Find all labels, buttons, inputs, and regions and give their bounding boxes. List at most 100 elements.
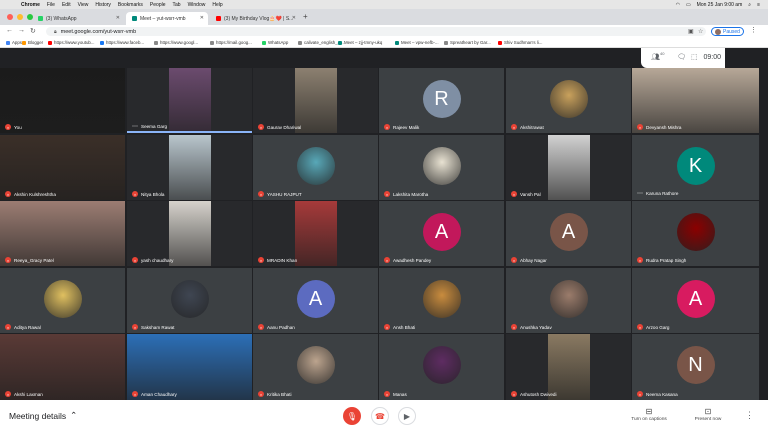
bookmark-item[interactable]: https://www.youtub... — [48, 40, 95, 45]
mic-muted-icon: × — [258, 191, 264, 197]
activities-icon[interactable]: ⬚ — [691, 53, 698, 61]
participant-tile[interactable]: × Aman Chaudhary — [127, 334, 252, 400]
menu-help[interactable]: Help — [212, 2, 222, 8]
participant-tile[interactable]: × Lakshita Marotha — [379, 135, 504, 200]
menu-tab[interactable]: Tab — [173, 2, 181, 8]
participant-tile[interactable]: × Gaurav Dhariwal — [253, 68, 378, 133]
menubar-clock[interactable]: Mon 25 Jan 9:00 am — [697, 2, 743, 8]
bookmark-favicon-icon — [6, 40, 10, 45]
tab-label: (3) WhatsApp — [46, 15, 77, 22]
participant-name: Aanu Padhan — [267, 324, 295, 330]
participant-tile[interactable]: × Anushka Yadav — [506, 268, 631, 333]
bookmark-favicon-icon — [298, 40, 302, 45]
people-icon[interactable]: 👥︎ — [651, 53, 660, 61]
participant-tile[interactable]: × Kritika Bhati — [253, 334, 378, 400]
minimize-window-button[interactable] — [17, 14, 23, 20]
control-center-icon[interactable]: ≡ — [757, 2, 760, 8]
bookmark-item[interactable]: https://www.googl... — [154, 40, 198, 45]
bookmark-item[interactable]: Spreatheart by Gar... — [444, 40, 491, 45]
bookmark-star-icon[interactable]: ☆ — [698, 28, 703, 35]
bookmark-item[interactable]: calivate_english_4... — [298, 40, 344, 45]
participant-tile[interactable]: × Vansh Pal — [506, 135, 631, 200]
bookmark-item[interactable]: Meet – zjj-tmny-ukq — [338, 40, 382, 45]
participant-tile[interactable]: × You — [0, 68, 125, 133]
profile-button[interactable]: Paused — [711, 27, 744, 36]
camera-button[interactable]: ▶︎ — [398, 407, 416, 425]
participant-tile[interactable]: A × Abhay Nagar — [506, 201, 631, 266]
participant-name: Ashutosh Dwivedi — [520, 391, 557, 397]
tab-meet[interactable]: Meet – yut-wsrr-vmb ✕ — [126, 12, 208, 25]
more-options-icon[interactable]: ⋮ — [745, 410, 754, 421]
participant-tile[interactable]: × MRADIN Khan — [253, 201, 378, 266]
participant-tile[interactable]: N × Neema Kasana — [632, 334, 759, 400]
participant-tile[interactable]: A × Aanu Padhan — [253, 268, 378, 333]
menu-people[interactable]: People — [150, 2, 166, 8]
participant-tile[interactable]: R × Rajeev Malik — [379, 68, 504, 133]
bookmark-item[interactable]: Meet – vpw-nefb-... — [395, 40, 439, 45]
browser-menu-icon[interactable]: ⋮ — [750, 26, 757, 34]
menu-bookmarks[interactable]: Bookmarks — [118, 2, 143, 8]
menu-file[interactable]: File — [47, 2, 55, 8]
close-window-button[interactable] — [7, 14, 13, 20]
participant-tile[interactable]: × Manas — [379, 334, 504, 400]
wifi-icon[interactable]: ◠ — [676, 2, 680, 8]
mic-off-button[interactable]: 🎙︎ — [343, 407, 361, 425]
participant-name: Rudra Pratap Singh — [646, 257, 687, 263]
bookmarks-bar: Apps Blogger https://www.youtub... https://… — [0, 38, 768, 48]
participant-tile[interactable]: ⋯ Seema Garg — [127, 68, 252, 133]
meet-favicon-icon — [132, 16, 137, 21]
participant-tile[interactable]: × Nitya Bhola — [127, 135, 252, 200]
close-tab-icon[interactable]: ✕ — [200, 15, 204, 21]
participant-tile[interactable]: × YASHU RAJPUT — [253, 135, 378, 200]
participant-tile[interactable]: A × Arzoo Garg — [632, 268, 759, 333]
search-icon[interactable]: ⌕ — [748, 2, 751, 8]
bookmark-item[interactable]: Apps — [6, 40, 22, 45]
participant-tile[interactable]: × Ashutosh Dwivedi — [506, 334, 631, 400]
chat-icon[interactable]: 🗨︎ — [677, 53, 686, 61]
lock-icon[interactable]: 🔒︎ — [54, 29, 57, 35]
participant-tile[interactable]: × Akshi Laxman — [0, 334, 125, 400]
participant-photo — [296, 346, 335, 384]
camera-indicator-icon[interactable]: ▣ — [688, 28, 694, 35]
mic-muted-icon: × — [5, 324, 11, 330]
bookmark-item[interactable]: https://mail.goog... — [210, 40, 252, 45]
reload-icon[interactable]: ↻ — [30, 27, 36, 35]
forward-arrow-icon[interactable]: → — [18, 27, 25, 34]
participant-tile[interactable]: K ⋯ Karuna Rathore — [632, 135, 759, 200]
close-tab-icon[interactable]: ✕ — [116, 15, 120, 21]
bookmark-item[interactable]: Shiv Sudhman's li... — [498, 40, 542, 45]
participant-tile[interactable]: A × Awadhesh Pandey — [379, 201, 504, 266]
participant-tile[interactable]: × Akshitrawat — [506, 68, 631, 133]
back-arrow-icon[interactable]: ← — [6, 27, 13, 34]
participant-tile[interactable]: × Ansh Bhati — [379, 268, 504, 333]
bookmark-item[interactable]: WhatsApp — [262, 40, 288, 45]
bookmark-item[interactable]: Blogger — [22, 40, 43, 45]
participant-tile[interactable]: × Akshin Kulshreshtha — [0, 135, 125, 200]
participant-tile[interactable]: × Reeya_Gracy Patel — [0, 201, 125, 266]
participant-name: Gaurav Dhariwal — [267, 124, 302, 130]
new-tab-button[interactable]: + — [303, 12, 308, 21]
bookmark-item[interactable]: https://www.faceb... — [100, 40, 144, 45]
menu-history[interactable]: History — [95, 2, 111, 8]
menu-view[interactable]: View — [78, 2, 89, 8]
present-now-button[interactable]: ⊡ Present now — [688, 407, 728, 422]
mic-muted-icon: × — [384, 391, 390, 397]
meeting-details-button[interactable]: Meeting details ⌃ — [9, 410, 77, 421]
battery-icon[interactable]: ▭ — [686, 2, 691, 8]
captions-button[interactable]: ⊟ Turn on captions — [629, 407, 669, 422]
bookmark-favicon-icon — [338, 40, 342, 45]
tab-youtube[interactable]: (3) My Birthday Vlog🎂❤️ | S... ✕ — [210, 12, 300, 25]
participant-tile[interactable]: × yash chaudhary — [127, 201, 252, 266]
menu-edit[interactable]: Edit — [62, 2, 71, 8]
address-bar[interactable]: 🔒︎ meet.google.com/yut-wsrr-vmb — [46, 27, 706, 36]
participant-tile[interactable]: × Rudra Pratap Singh — [632, 201, 759, 266]
tab-whatsapp[interactable]: (3) WhatsApp ✕ — [32, 12, 124, 25]
participant-tile[interactable]: × Saksham Rawat — [127, 268, 252, 333]
leave-call-button[interactable]: ☎︎ — [371, 407, 389, 425]
participant-name-tag: × Manas — [384, 391, 407, 397]
menu-window[interactable]: Window — [188, 2, 206, 8]
participant-tile[interactable]: × Aditya Rawal — [0, 268, 125, 333]
menu-chrome[interactable]: Chrome — [21, 2, 40, 8]
participant-tile[interactable]: × Devyansh Mishra — [632, 68, 759, 133]
close-tab-icon[interactable]: ✕ — [292, 15, 296, 21]
